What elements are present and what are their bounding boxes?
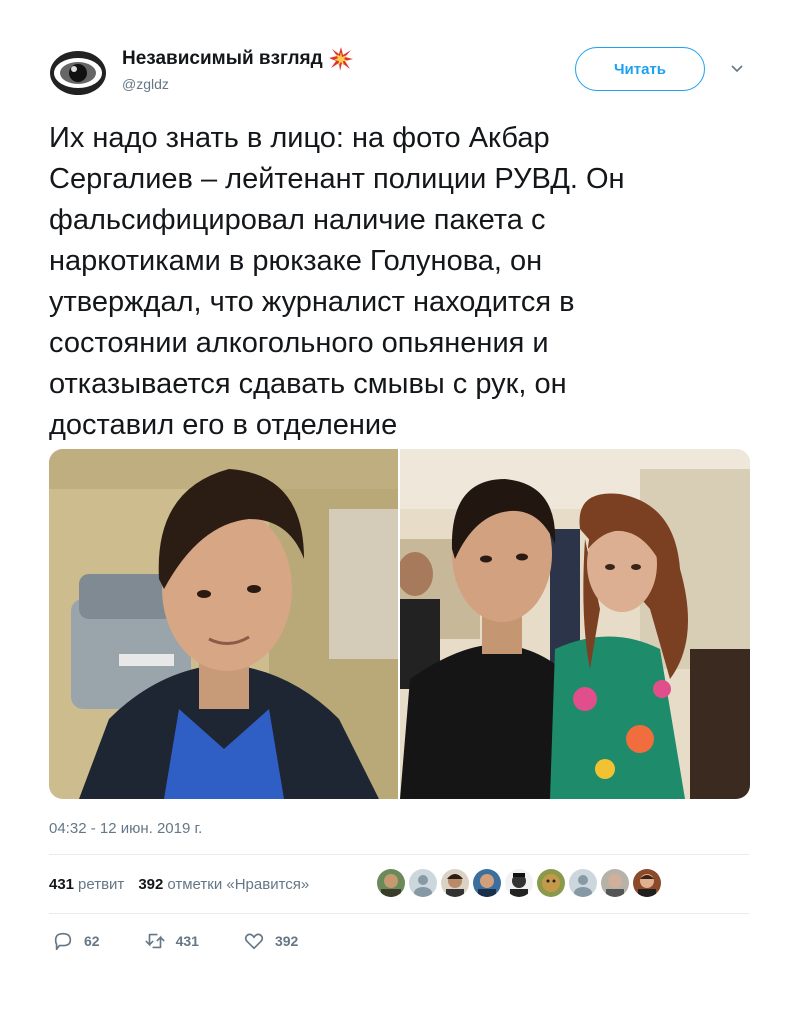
retweets-stat[interactable]: 431 ретвит xyxy=(49,876,124,893)
account-handle[interactable]: @zgldz xyxy=(122,76,169,92)
reply-count: 62 xyxy=(84,933,100,949)
tweet-timestamp[interactable]: 04:32 - 12 июн. 2019 г. xyxy=(49,820,202,837)
retweet-button[interactable]: 431 xyxy=(144,930,199,952)
likes-label: отметки «Нравится» xyxy=(167,876,310,893)
group-photo-image xyxy=(400,449,750,799)
liker-avatar[interactable] xyxy=(537,869,565,897)
liker-avatar[interactable] xyxy=(473,869,501,897)
likes-count: 392 xyxy=(138,876,164,893)
likers-avatars xyxy=(377,869,661,897)
tweet-media[interactable] xyxy=(49,449,750,799)
explosion-emoji-icon xyxy=(328,47,353,71)
liker-avatar[interactable] xyxy=(441,869,469,897)
eye-icon xyxy=(50,51,106,95)
photo-right[interactable] xyxy=(400,449,750,799)
reply-button[interactable]: 62 xyxy=(52,930,100,952)
liker-avatar[interactable] xyxy=(409,869,437,897)
tweet-stats: 431 ретвит 392 отметки «Нравится» xyxy=(49,876,309,893)
like-count: 392 xyxy=(274,933,299,949)
follow-button[interactable]: Читать xyxy=(575,47,705,91)
likes-stat[interactable]: 392 отметки «Нравится» xyxy=(138,876,309,893)
account-avatar[interactable] xyxy=(48,47,108,99)
divider-top xyxy=(49,854,749,855)
retweet-icon xyxy=(145,933,165,949)
liker-avatar[interactable] xyxy=(633,869,661,897)
tweet-text: Их надо знать в лицо: на фото Акбар Серг… xyxy=(49,122,625,441)
tweet-actions: 62 431 392 xyxy=(52,930,342,952)
liker-avatar[interactable] xyxy=(569,869,597,897)
photo-left[interactable] xyxy=(49,449,398,799)
portrait-photo-image xyxy=(49,449,398,799)
account-name-row[interactable]: Независимый взгляд xyxy=(122,47,353,71)
liker-avatar[interactable] xyxy=(505,869,533,897)
like-button[interactable]: 392 xyxy=(243,930,298,952)
heart-icon xyxy=(244,933,264,950)
liker-avatar[interactable] xyxy=(377,869,405,897)
account-name[interactable]: Независимый взгляд xyxy=(122,48,323,70)
retweets-label: ретвит xyxy=(78,876,125,893)
retweets-count: 431 xyxy=(49,876,75,893)
retweet-count: 431 xyxy=(175,933,199,949)
reply-icon xyxy=(54,932,72,951)
liker-avatar[interactable] xyxy=(601,869,629,897)
divider-bottom xyxy=(49,913,749,914)
chevron-down-icon[interactable] xyxy=(730,62,744,76)
